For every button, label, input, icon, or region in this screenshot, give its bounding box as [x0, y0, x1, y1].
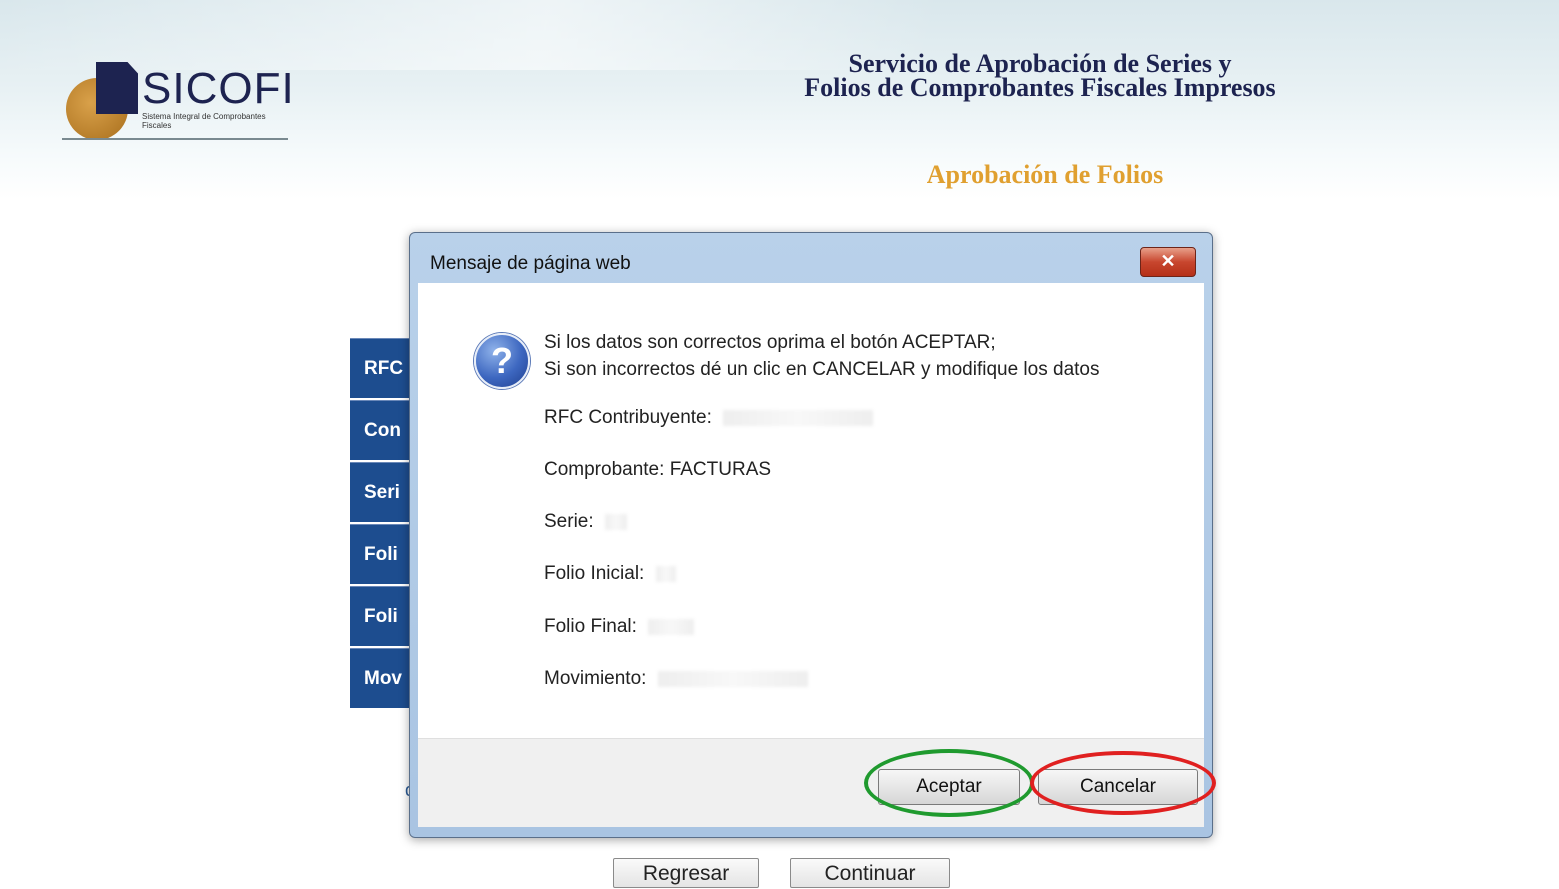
field-movimiento-label: Movimiento:: [544, 668, 647, 689]
field-serie: Serie:: [544, 511, 627, 533]
field-comprobante-value: FACTURAS: [669, 459, 772, 480]
logo-text: SICOFI: [142, 64, 295, 113]
redacted-value: [655, 565, 676, 582]
logo-subtitle: Sistema Integral de Comprobantes Fiscale…: [142, 112, 266, 130]
question-icon: ?: [474, 333, 530, 389]
logo-underline: [62, 138, 288, 140]
field-folio-final: Folio Final:: [544, 616, 695, 638]
dialog-body: ? Si los datos son correctos oprima el b…: [418, 283, 1204, 738]
sicofi-logo: SICOFI Sistema Integral de Comprobantes …: [62, 56, 295, 144]
dialog-message: Si los datos son correctos oprima el bot…: [544, 329, 1099, 383]
section-title: Aprobación de Folios: [926, 160, 1164, 189]
back-button[interactable]: Regresar: [613, 858, 759, 888]
message-line-1: Si los datos son correctos oprima el bot…: [544, 332, 996, 353]
close-icon: ✕: [1160, 251, 1176, 271]
redacted-value: [648, 618, 695, 635]
service-title-line2: Folios de Comprobantes Fiscales Impresos: [804, 73, 1276, 102]
logo-document-icon: [96, 62, 138, 114]
continue-button[interactable]: Continuar: [790, 858, 950, 888]
redacted-value: [723, 409, 874, 426]
confirm-dialog: Mensaje de página web ✕ ? Si los datos s…: [409, 232, 1216, 838]
field-comprobante-label: Comprobante:: [544, 459, 665, 480]
dialog-title: Mensaje de página web: [430, 253, 631, 274]
redacted-value: [657, 670, 808, 687]
field-folio-final-label: Folio Final:: [544, 616, 637, 637]
dialog-footer: Aceptar Cancelar: [418, 738, 1216, 827]
field-movimiento: Movimiento:: [544, 668, 808, 690]
cancel-button[interactable]: Cancelar: [1038, 769, 1198, 805]
field-serie-label: Serie:: [544, 511, 594, 532]
service-title: Servicio de Aprobación de Series y Folio…: [700, 51, 1380, 102]
close-button[interactable]: ✕: [1140, 247, 1196, 277]
accept-button[interactable]: Aceptar: [878, 769, 1020, 805]
message-line-2: Si son incorrectos dé un clic en CANCELA…: [544, 359, 1100, 380]
field-folio-inicial-label: Folio Inicial:: [544, 563, 645, 584]
redacted-value: [604, 513, 627, 530]
field-folio-inicial: Folio Inicial:: [544, 563, 676, 585]
field-comprobante: Comprobante: FACTURAS: [544, 459, 771, 481]
field-rfc: RFC Contribuyente:: [544, 407, 874, 429]
field-rfc-label: RFC Contribuyente:: [544, 407, 712, 428]
